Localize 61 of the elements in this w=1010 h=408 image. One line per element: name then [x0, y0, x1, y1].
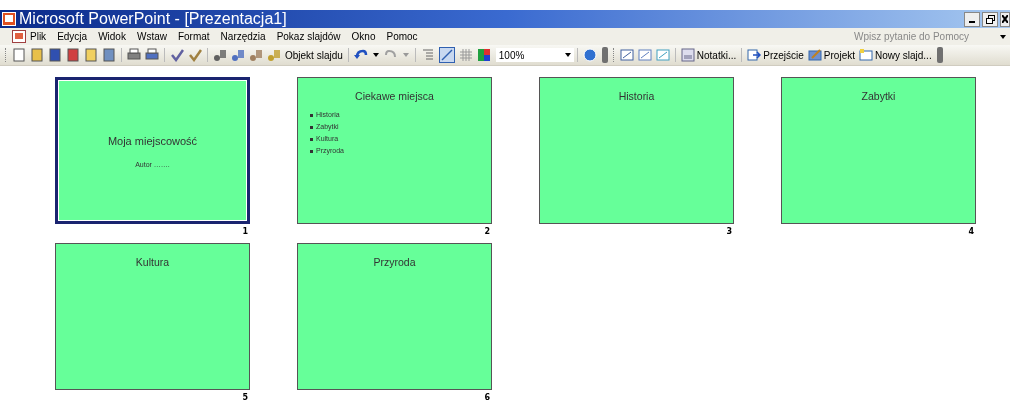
transition-button[interactable]: Przejście: [745, 48, 806, 62]
slide-thumbnail[interactable]: Historia: [539, 77, 734, 224]
slide-arrow-icon: [747, 48, 762, 62]
menu-item[interactable]: Narzędzia: [220, 31, 266, 42]
design-button[interactable]: Projekt: [805, 48, 857, 62]
print-icon[interactable]: [127, 48, 141, 62]
notes-button[interactable]: Notatki...: [678, 48, 739, 62]
menu-item[interactable]: Widok: [98, 31, 126, 42]
slide-thumbnail[interactable]: Zabytki: [781, 77, 976, 224]
slide-number: 2: [484, 227, 490, 237]
slide-title: Przyroda: [373, 256, 416, 268]
app-icon: [2, 12, 16, 26]
bullet-icon: [310, 149, 313, 153]
slide-title: Zabytki: [861, 90, 896, 102]
toolbar-options-button[interactable]: [601, 47, 608, 63]
document-icon[interactable]: [66, 48, 80, 62]
menu-item[interactable]: Okno: [351, 31, 376, 42]
document-icon[interactable]: [102, 48, 116, 62]
bullet-icon: [310, 137, 313, 141]
close-button[interactable]: [1000, 11, 1010, 27]
menu-item[interactable]: Wstaw: [136, 31, 167, 42]
bullet-icon: [310, 125, 313, 129]
slide-number: 1: [242, 227, 248, 237]
menu-item[interactable]: Pomoc: [386, 31, 418, 42]
menu-item[interactable]: Format: [177, 31, 210, 42]
slide-number: 6: [484, 393, 490, 403]
formatting-toggle-icon[interactable]: [438, 47, 455, 63]
menu-item[interactable]: Pokaz slajdów: [276, 31, 341, 42]
notes-icon: [680, 48, 695, 62]
slide-title: Ciekawe miejsca: [355, 90, 434, 102]
slide-icon[interactable]: [655, 48, 670, 62]
new-document-icon[interactable]: [12, 48, 26, 62]
slide-object-button[interactable]: Objekt slajdu: [283, 49, 345, 61]
new-slide-button[interactable]: Nowy slajd...: [857, 48, 934, 62]
color-icon[interactable]: [476, 48, 491, 62]
menu-item[interactable]: Edycja: [57, 31, 88, 42]
menu-item[interactable]: Plik: [30, 31, 47, 42]
slide-thumbnail[interactable]: Przyroda: [297, 243, 492, 390]
slide-thumbnail[interactable]: Kultura: [55, 243, 250, 390]
slide-number: 5: [242, 393, 248, 403]
zoom-dropdown[interactable]: 100%: [495, 48, 574, 62]
help-search-field[interactable]: Wpisz pytanie do Pomocy: [854, 31, 994, 42]
dropdown-arrow-icon[interactable]: [372, 53, 379, 57]
restore-icon: [985, 14, 995, 24]
help-icon[interactable]: [582, 48, 597, 62]
slide-title: Historia: [618, 90, 655, 102]
dropdown-arrow-icon[interactable]: [1000, 34, 1006, 39]
minimize-button[interactable]: [964, 11, 980, 27]
slide-title: Moja miejscowość: [107, 135, 198, 147]
spelling-icon[interactable]: [170, 48, 184, 62]
restore-button[interactable]: [982, 11, 998, 27]
slide-title: Kultura: [135, 256, 170, 268]
dropdown-arrow-icon: [564, 53, 571, 57]
window-title: Microsoft PowerPoint - [Prezentacja1]: [19, 10, 287, 28]
slide-number: 3: [726, 227, 732, 237]
slide-icon[interactable]: [619, 48, 634, 62]
bullet-icon: [310, 113, 313, 117]
toolbar-options-button[interactable]: [936, 47, 943, 63]
slide-number: 4: [968, 227, 974, 237]
document-icon[interactable]: [12, 30, 26, 43]
close-icon: [1002, 15, 1008, 23]
